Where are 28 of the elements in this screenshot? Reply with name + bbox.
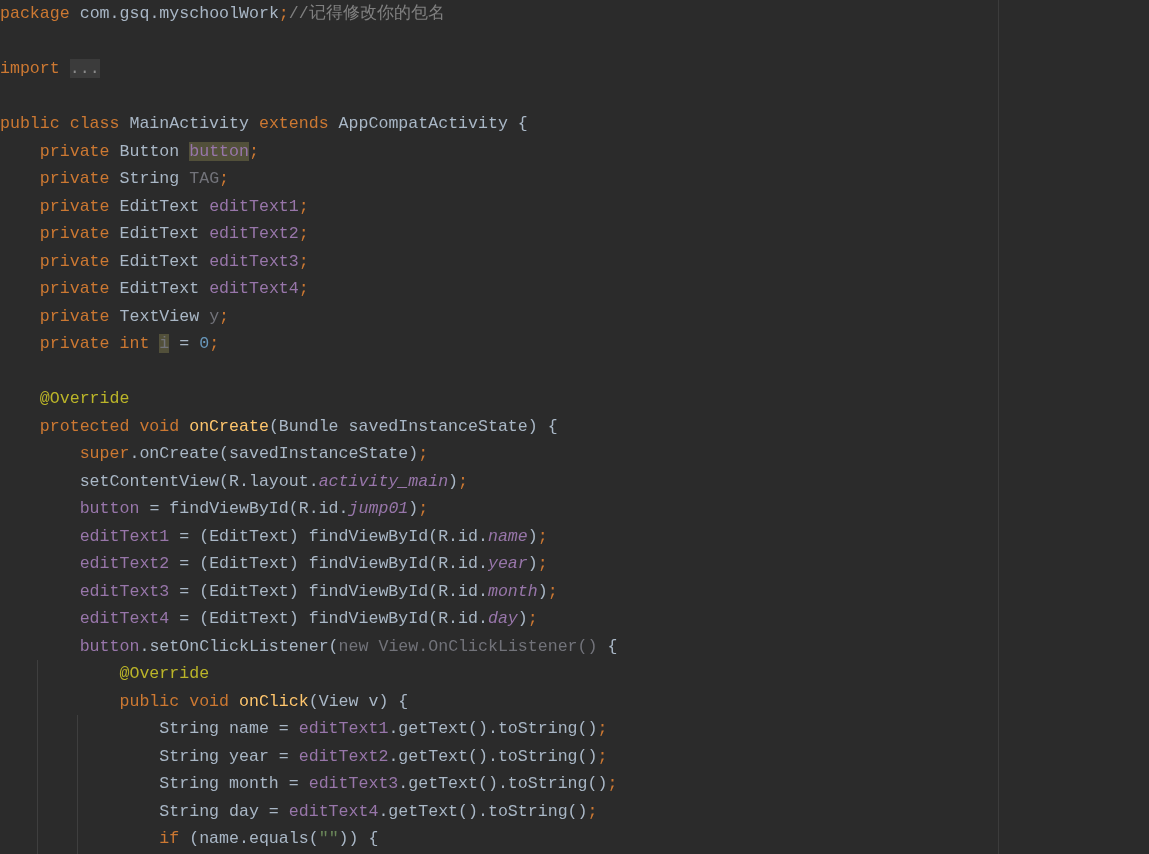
code-line: private String TAG; xyxy=(38,168,230,190)
code-line: setContentView(R.layout.activity_main); xyxy=(78,470,469,493)
code-line: editText4 = (EditText) findViewById(R.id.day); xyxy=(78,608,538,630)
code-line: editText3 = (EditText) findViewById(R.id.month); xyxy=(78,580,558,603)
code-line: String month = editText3.getText().toString(); xyxy=(158,773,618,795)
code-line: private EditText editText3; xyxy=(38,250,309,273)
code-line: button.setOnClickListener(new View.OnClickListener() { xyxy=(78,635,618,658)
code-line: package com.gsq.myschoolWork;//记得修改你的包名 xyxy=(0,3,445,25)
code-line: editText2 = (EditText) findViewById(R.id.year); xyxy=(78,553,548,575)
code-line: public void onClick(View v) { xyxy=(118,690,409,713)
code-line: private EditText editText1; xyxy=(38,195,309,218)
code-line: protected void onCreate(Bundle savedInstanceState) { xyxy=(38,415,558,438)
code-line: @Override xyxy=(38,388,130,410)
code-line: private EditText editText4; xyxy=(38,278,309,300)
code-line: button = findViewById(R.id.jump01); xyxy=(78,498,429,520)
code-line: editText1 = (EditText) findViewById(R.id.name); xyxy=(78,525,548,548)
code-line: String year = editText2.getText().toString(); xyxy=(158,745,608,768)
code-line: private TextView y; xyxy=(38,305,230,328)
code-line: if (name.equals("")) { xyxy=(158,828,379,850)
code-line: private EditText editText2; xyxy=(38,223,309,245)
code-line: public class MainActivity extends AppCompatActivity { xyxy=(0,113,528,135)
code-line: @Override xyxy=(118,663,210,685)
code-line: super.onCreate(savedInstanceState); xyxy=(78,443,429,465)
code-line: import ... xyxy=(0,58,100,80)
code-line: String name = editText1.getText().toString(); xyxy=(158,718,608,740)
code-line: private int i = 0; xyxy=(38,333,220,355)
code-line: String day = editText4.getText().toString(); xyxy=(158,800,598,823)
code-line: private Button button; xyxy=(38,140,259,163)
